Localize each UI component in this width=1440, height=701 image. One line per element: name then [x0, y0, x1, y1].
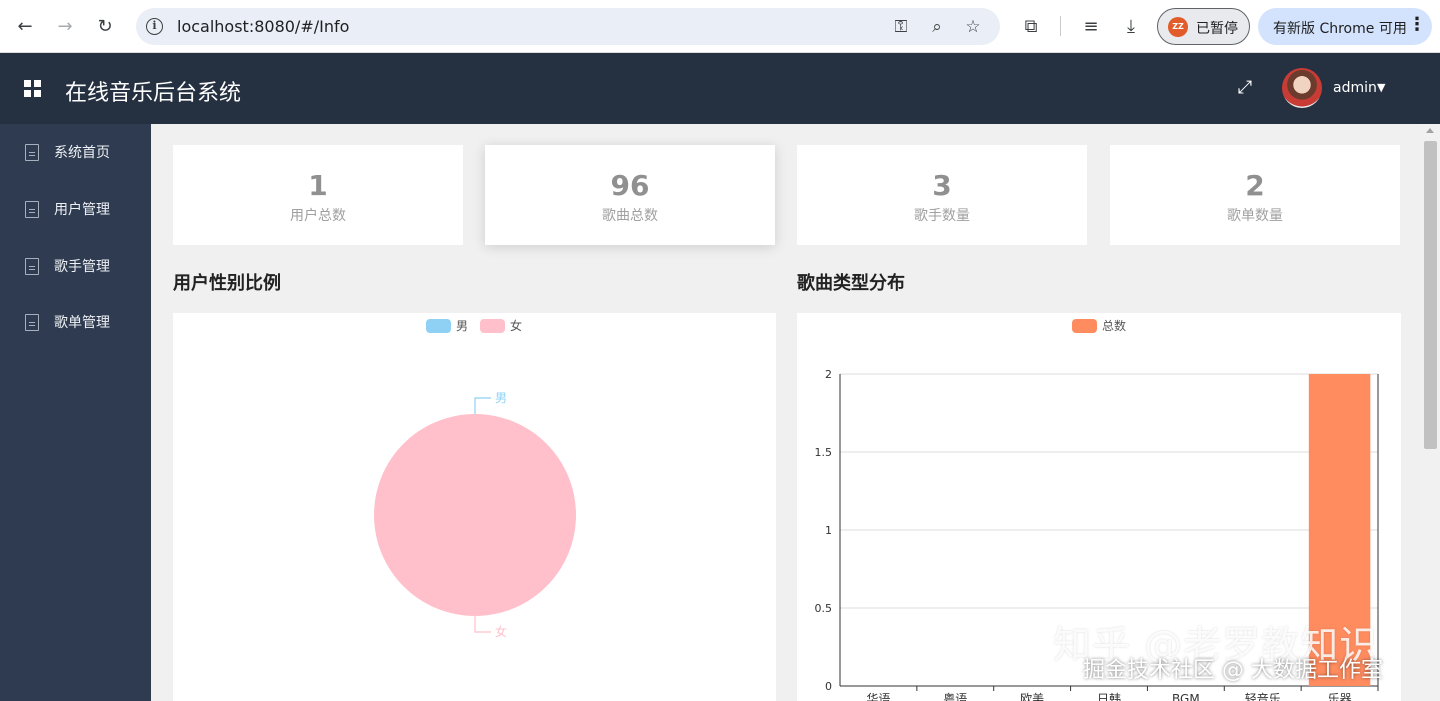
- sidebar-item-singers[interactable]: 歌手管理: [0, 238, 151, 294]
- stat-value: 3: [932, 169, 952, 202]
- page-scrollbar[interactable]: [1421, 124, 1440, 701]
- star-icon[interactable]: ☆: [962, 16, 984, 38]
- apps-grid-icon[interactable]: [24, 80, 41, 97]
- profile-paused-button[interactable]: ZZ 已暂停: [1157, 8, 1250, 45]
- media-queue-icon[interactable]: ≡: [1078, 13, 1104, 39]
- sidebar-item-label: 歌手管理: [54, 259, 110, 275]
- scroll-thumb[interactable]: [1424, 141, 1437, 449]
- stat-label: 歌曲总数: [602, 208, 658, 224]
- sidebar-item-users[interactable]: 用户管理: [0, 181, 151, 237]
- pie-label-line: [474, 397, 491, 414]
- y-tick-label: 2: [825, 368, 832, 381]
- pie-slice: [374, 414, 576, 616]
- update-label: 有新版 Chrome 可用: [1273, 21, 1407, 37]
- sidebar-item-home[interactable]: 系统首页: [0, 124, 151, 180]
- user-avatar[interactable]: [1282, 68, 1322, 108]
- watermark-juejin: 掘金技术社区 @ 大数据工作室: [1083, 658, 1383, 683]
- stat-card-playlists: 2 歌单数量: [1110, 145, 1400, 245]
- x-tick-label: BGM: [1172, 692, 1200, 701]
- x-tick-label: 乐器: [1328, 692, 1352, 701]
- profile-avatar: ZZ: [1168, 17, 1188, 37]
- gender-pie-chart: 男女: [374, 391, 576, 639]
- key-icon[interactable]: ⚿: [890, 16, 912, 38]
- gender-chart-panel: 男 女 男女: [173, 313, 776, 701]
- sidebar-item-label: 系统首页: [54, 145, 110, 161]
- paused-label: 已暂停: [1196, 21, 1238, 37]
- fullscreen-icon[interactable]: ⤢: [1235, 78, 1255, 98]
- url-text[interactable]: localhost:8080/#/Info: [177, 17, 349, 36]
- gender-section-title: 用户性别比例: [173, 273, 281, 294]
- extensions-icon[interactable]: ⧉: [1018, 13, 1044, 39]
- sidebar-item-label: 用户管理: [54, 202, 110, 218]
- x-tick-label: 欧美: [1020, 692, 1044, 701]
- document-icon: [25, 313, 39, 331]
- pie-label: 女: [495, 624, 507, 639]
- x-tick-label: 华语: [866, 692, 890, 701]
- app-header: 在线音乐后台系统 ⤢ admin ▼: [0, 53, 1440, 124]
- chrome-update-button[interactable]: 有新版 Chrome 可用 ⋮: [1258, 8, 1432, 45]
- chevron-down-icon[interactable]: ▼: [1377, 81, 1385, 94]
- y-tick-label: 1.5: [815, 446, 833, 459]
- genre-section-title: 歌曲类型分布: [797, 273, 905, 294]
- y-tick-label: 1: [825, 524, 832, 537]
- document-icon: [25, 200, 39, 218]
- site-info-icon[interactable]: i: [146, 18, 163, 35]
- menu-kebab-icon[interactable]: ⋮: [1408, 14, 1426, 35]
- y-tick-label: 0: [825, 680, 832, 693]
- y-tick-label: 0.5: [815, 602, 833, 615]
- document-icon: [25, 257, 39, 275]
- forward-icon[interactable]: →: [50, 11, 80, 41]
- stat-card-songs: 96 歌曲总数: [485, 145, 775, 245]
- x-tick-label: 粤语: [943, 691, 967, 701]
- sidebar-item-label: 歌单管理: [54, 315, 110, 331]
- reload-icon[interactable]: ↻: [90, 11, 120, 41]
- x-tick-label: 轻音乐: [1245, 691, 1281, 701]
- scroll-up-arrow[interactable]: [1426, 128, 1434, 133]
- address-bar[interactable]: i localhost:8080/#/Info ⚿ ⌕ ☆: [136, 8, 1000, 45]
- stat-value: 2: [1245, 169, 1265, 202]
- app-title: 在线音乐后台系统: [65, 81, 242, 106]
- download-icon[interactable]: ⤓: [1118, 13, 1144, 39]
- document-icon: [25, 143, 39, 161]
- browser-toolbar: ← → ↻ i localhost:8080/#/Info ⚿ ⌕ ☆ ⧉ ≡ …: [0, 0, 1440, 53]
- stat-label: 歌单数量: [1227, 208, 1283, 224]
- stat-value: 1: [308, 169, 328, 202]
- x-tick-label: 日韩: [1097, 691, 1121, 701]
- username-label[interactable]: admin: [1333, 80, 1377, 96]
- stat-card-users: 1 用户总数: [173, 145, 463, 245]
- sidebar-item-playlists[interactable]: 歌单管理: [0, 294, 151, 350]
- stat-value: 96: [610, 169, 650, 202]
- stat-label: 用户总数: [290, 208, 346, 224]
- pie-label: 男: [495, 391, 507, 405]
- stat-label: 歌手数量: [914, 208, 970, 224]
- back-icon[interactable]: ←: [10, 11, 40, 41]
- toolbar-divider: [1060, 16, 1061, 36]
- stat-card-singers: 3 歌手数量: [797, 145, 1087, 245]
- pie-label-line: [474, 616, 491, 633]
- sidebar: 系统首页 用户管理 歌手管理 歌单管理: [0, 124, 151, 701]
- zoom-icon[interactable]: ⌕: [926, 16, 948, 38]
